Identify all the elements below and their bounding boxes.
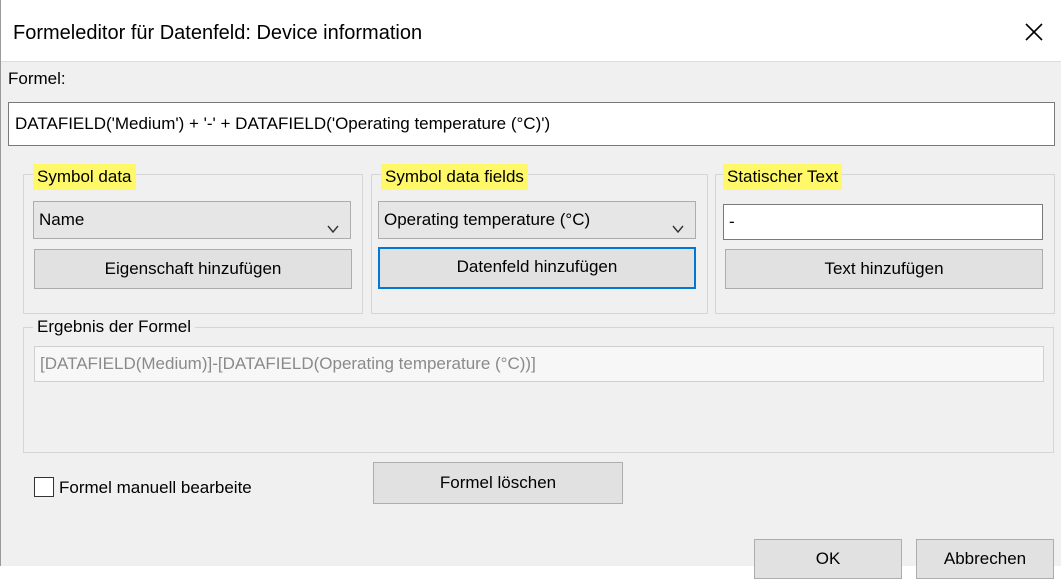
symbol-data-group: [23, 174, 363, 314]
result-output: [DATAFIELD(Medium)]-[DATAFIELD(Operating…: [34, 346, 1044, 382]
static-text-group: [715, 174, 1055, 314]
chevron-down-icon: [671, 213, 685, 249]
manual-edit-checkbox[interactable]: [34, 477, 54, 497]
add-property-button[interactable]: Eigenschaft hinzufügen: [34, 249, 352, 289]
dialog-footer: [1, 526, 1061, 566]
static-text-input[interactable]: -: [723, 204, 1043, 240]
add-datafield-button[interactable]: Datenfeld hinzufügen: [378, 247, 696, 289]
chevron-down-icon: [326, 213, 340, 249]
manual-edit-label[interactable]: Formel manuell bearbeite: [59, 478, 252, 498]
symbol-data-selected: Name: [39, 210, 85, 229]
static-text-title: Statischer Text: [723, 164, 843, 190]
ok-button[interactable]: OK: [754, 539, 902, 579]
add-text-button[interactable]: Text hinzufügen: [725, 249, 1043, 289]
title-bar: Formeleditor für Datenfeld: Device infor…: [1, 0, 1061, 62]
formula-label: Formel:: [8, 69, 66, 88]
symbol-data-fields-select[interactable]: Operating temperature (°C): [378, 201, 696, 239]
close-icon[interactable]: [1016, 14, 1052, 50]
symbol-data-fields-group: [371, 174, 708, 314]
cancel-button[interactable]: Abbrechen: [916, 539, 1054, 579]
symbol-data-select[interactable]: Name: [33, 201, 351, 239]
window-title: Formeleditor für Datenfeld: Device infor…: [13, 22, 423, 44]
clear-formula-button[interactable]: Formel löschen: [373, 462, 623, 504]
formula-input[interactable]: DATAFIELD('Medium') + '-' + DATAFIELD('O…: [8, 102, 1055, 146]
formula-editor-dialog: Formeleditor für Datenfeld: Device infor…: [0, 0, 1061, 579]
symbol-data-title: Symbol data: [33, 164, 136, 190]
result-title: Ergebnis der Formel: [33, 317, 196, 337]
symbol-data-fields-title: Symbol data fields: [381, 164, 528, 190]
symbol-data-fields-selected: Operating temperature (°C): [384, 210, 591, 229]
